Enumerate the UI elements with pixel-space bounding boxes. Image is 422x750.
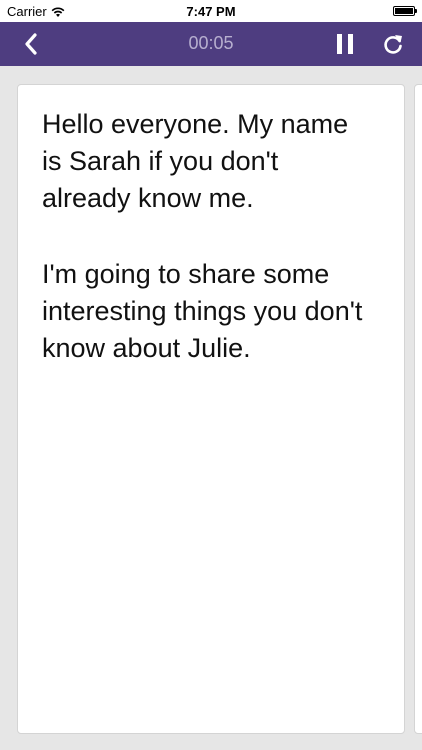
navigation-bar: 00:05	[0, 22, 422, 66]
card-paragraph: Hello everyone. My name is Sarah if you …	[42, 109, 349, 213]
refresh-icon	[384, 35, 402, 54]
speech-card[interactable]: Hello everyone. My name is Sarah if you …	[17, 84, 405, 734]
status-time: 7:47 PM	[186, 4, 236, 19]
battery-icon	[393, 6, 417, 16]
status-bar: Carrier 7:47 PM	[0, 0, 422, 22]
card-paragraph: I'm going to share some interesting thin…	[42, 259, 363, 363]
pause-icon	[337, 34, 353, 54]
pause-button[interactable]	[330, 30, 360, 58]
next-card-edge[interactable]	[414, 84, 422, 734]
restart-button[interactable]	[378, 30, 408, 58]
